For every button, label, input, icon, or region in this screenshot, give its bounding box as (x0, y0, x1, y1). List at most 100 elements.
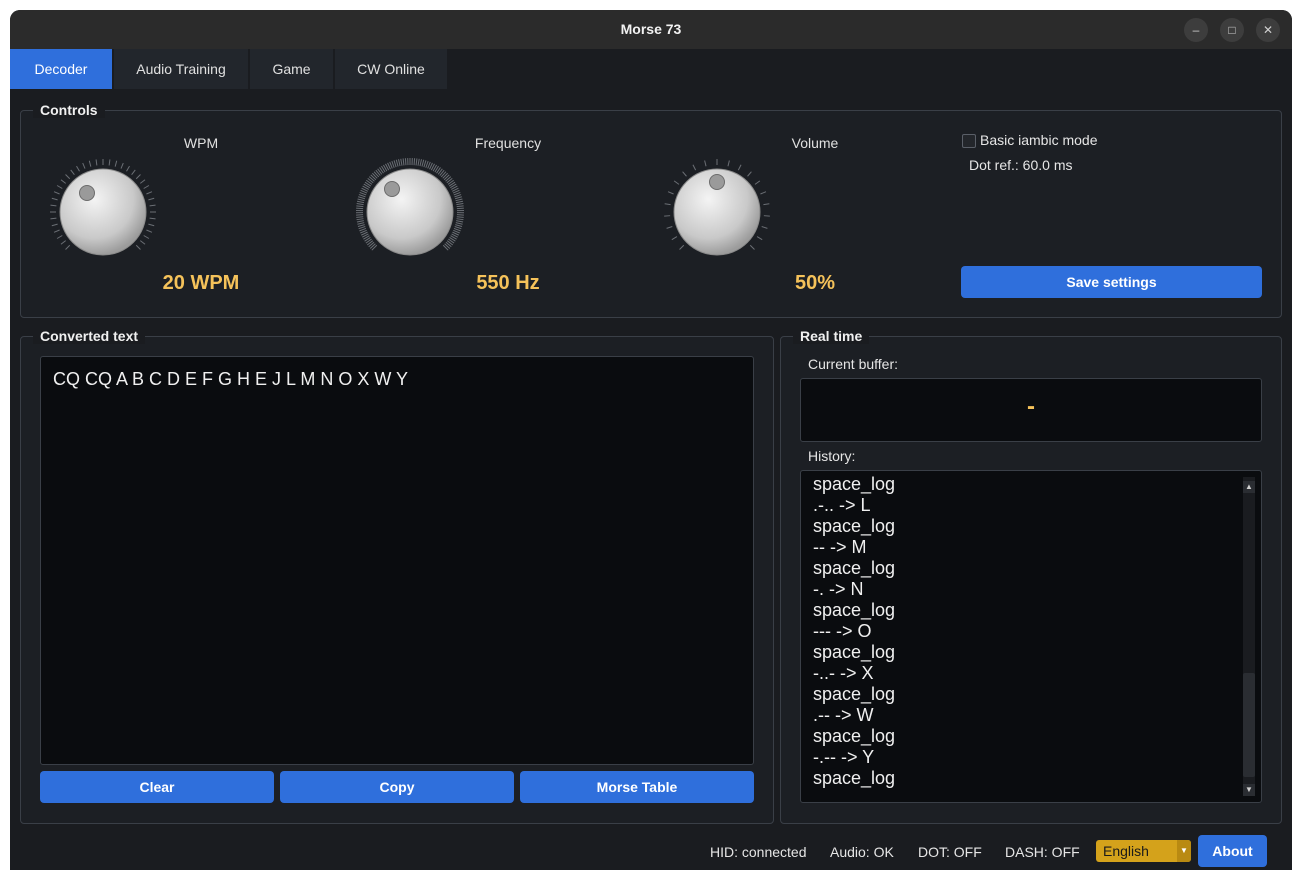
knob-tick (671, 236, 678, 241)
knob-tick (419, 159, 422, 167)
history-scrollbar[interactable]: ▲ ▼ (1243, 477, 1255, 796)
knob-tick (53, 191, 60, 195)
knob-tick (356, 200, 365, 204)
save-settings-button[interactable]: Save settings (961, 266, 1262, 298)
about-button[interactable]: About (1198, 835, 1267, 867)
scroll-down-icon[interactable]: ▼ (1243, 784, 1255, 796)
knob-tick (692, 164, 697, 171)
chevron-down-icon: ▼ (1177, 840, 1191, 862)
knob-tick (358, 194, 366, 198)
history-item: space_log (813, 768, 896, 788)
knob-tick (395, 159, 399, 167)
knob-tick (763, 203, 770, 206)
close-icon[interactable]: ✕ (1256, 18, 1280, 42)
history-item: -.-- -> Y (813, 747, 875, 767)
minimize-icon[interactable]: – (1184, 18, 1208, 42)
knob-tick (391, 160, 395, 168)
history-item: space_log (813, 600, 896, 620)
volume-label: Volume (791, 135, 839, 151)
tab-game[interactable]: Game (250, 49, 333, 89)
frequency-label: Frequency (474, 135, 542, 151)
knob-tick (737, 164, 742, 171)
tab-cw-online[interactable]: CW Online (335, 49, 447, 89)
knob-tick (760, 191, 767, 195)
knob-tick (666, 226, 673, 229)
knob-tick (356, 216, 364, 218)
tab-audio-training[interactable]: Audio Training (114, 49, 248, 89)
knob-tick (76, 165, 80, 172)
knob-tick (456, 216, 464, 218)
knob-tick (56, 235, 63, 239)
scroll-up-icon[interactable]: ▲ (1243, 481, 1255, 493)
knob-tick (88, 160, 92, 167)
history-item: space_log (813, 726, 896, 746)
title-bar: Morse 73 – □ ✕ (10, 10, 1292, 49)
knob-tick (60, 240, 67, 245)
language-select[interactable]: English ▼ (1096, 840, 1191, 862)
knob-tick (704, 160, 707, 167)
knob-tick (356, 218, 364, 221)
scroll-thumb[interactable] (1243, 673, 1255, 777)
knob-tick (454, 196, 462, 200)
knob-tick (673, 180, 680, 185)
maximize-icon[interactable]: □ (1220, 18, 1244, 42)
history-item: space_log (813, 684, 896, 704)
dash-status: DASH: OFF (1005, 844, 1080, 860)
knob-tick (667, 191, 674, 195)
language-value: English (1103, 843, 1149, 859)
knob-tick (402, 158, 405, 166)
current-buffer-label: Current buffer: (808, 356, 899, 372)
converted-text-content: CQ CQ A B C D E F G H E J L M N O X W Y (53, 369, 409, 389)
history-item: space_log (813, 516, 896, 536)
knob-tick (135, 174, 141, 180)
knob-tick (60, 179, 67, 184)
window-title: Morse 73 (620, 21, 682, 37)
knob-tick (70, 169, 75, 176)
history-item: space_log (813, 642, 896, 662)
converted-text-area[interactable]: CQ CQ A B C D E F G H E J L M N O X W Y (40, 356, 754, 765)
knob-tick (456, 203, 464, 206)
volume-knob[interactable] (657, 155, 777, 265)
hid-status: HID: connected (710, 844, 807, 860)
knob-tick (139, 179, 146, 184)
knob-tick (356, 205, 364, 208)
status-bar: HID: connected Audio: OK DOT: OFF DASH: … (10, 832, 1292, 870)
copy-button[interactable]: Copy (280, 771, 514, 803)
knob-tick (56, 185, 63, 189)
knob-tick (357, 222, 365, 225)
knob-tick (682, 171, 687, 177)
wpm-value: 20 WPM (162, 272, 240, 294)
clear-button[interactable]: Clear (40, 771, 274, 803)
iambic-checkbox[interactable] (962, 134, 976, 148)
history-item: -. -> N (813, 579, 864, 599)
frequency-knob[interactable] (350, 155, 470, 265)
knob-tick (455, 224, 463, 227)
frequency-value: 550 Hz (476, 272, 540, 294)
dot-status: DOT: OFF (918, 844, 982, 860)
history-item: .-.. -> L (813, 495, 871, 515)
wpm-knob[interactable] (43, 155, 163, 265)
history-item: -..- -> X (813, 663, 874, 683)
knob-tick (65, 244, 71, 250)
knob-tick (455, 198, 463, 202)
history-list[interactable]: space_log .-.. -> Lspace_log -- -> Mspace_… (800, 470, 1262, 803)
current-buffer-box: - (800, 378, 1262, 442)
knob-tick (727, 160, 730, 167)
knob-tick (356, 220, 364, 223)
knob-tick (50, 204, 57, 207)
knob-tick (398, 159, 401, 167)
tab-decoder[interactable]: Decoder (10, 49, 112, 89)
current-buffer-value: - (1027, 393, 1035, 420)
realtime-title: Real time (793, 328, 870, 344)
knob-tick (400, 158, 403, 166)
knob-tick (425, 160, 429, 168)
knob-tick (120, 162, 124, 169)
history-item: -- -> M (813, 537, 867, 557)
history-item: space_log (813, 474, 896, 494)
knob-tick (82, 162, 86, 169)
knob-tick (357, 224, 365, 227)
knob-tick (358, 196, 366, 200)
knob-tick (454, 226, 462, 230)
morse-table-button[interactable]: Morse Table (520, 771, 754, 803)
converted-text-group: Converted text CQ CQ A B C D E F G H E J… (20, 328, 774, 824)
